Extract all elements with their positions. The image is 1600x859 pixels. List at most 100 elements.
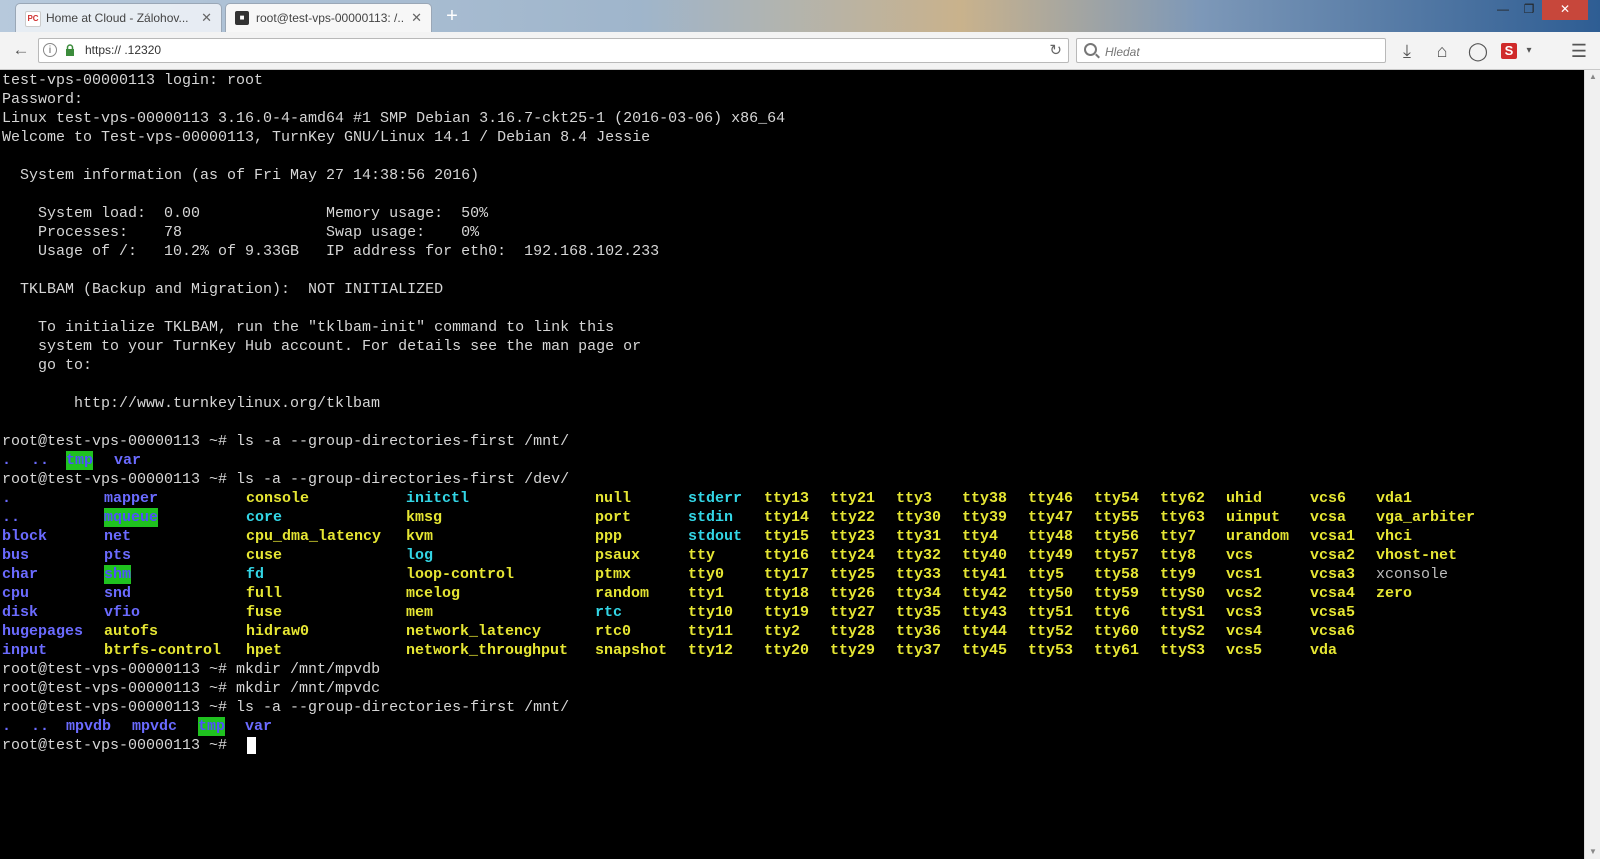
command-text: ls -a --group-directories-first /dev/ [236,471,570,488]
ls-entry: uhid [1226,490,1263,507]
ls-entry: rtc0 [595,623,632,640]
vertical-scrollbar[interactable]: ▲ ▼ [1584,70,1600,859]
info-icon[interactable]: i [43,43,57,57]
url-bar[interactable]: i https:// .12320 ↻ [38,38,1069,63]
terminal-cursor [247,737,256,754]
chat-icon[interactable]: ◯ [1465,38,1491,64]
ls-entry: tty57 [1094,547,1140,564]
menu-icon[interactable]: ☰ [1566,38,1592,64]
terminal-line: Welcome to Test-vps-00000113, TurnKey GN… [2,129,651,146]
ls-entry: vda [1310,642,1338,659]
ls-entry: mqueue [104,508,159,527]
ls-entry: tty7 [1160,528,1197,545]
scroll-down-icon[interactable]: ▼ [1585,845,1600,859]
ls-entry: tty32 [896,547,942,564]
ls-entry: hugepages [2,623,84,640]
ls-entry: vcsa5 [1310,604,1356,621]
tab-home-at-cloud[interactable]: PC Home at Cloud - Zálohov... ✕ [15,3,222,32]
maximize-button[interactable]: ❐ [1516,0,1542,20]
terminal-line: TKLBAM (Backup and Migration): NOT INITI… [2,281,444,298]
ls-entry: pts [104,547,132,564]
ls-entry: tty20 [764,642,810,659]
ls-output-dev: ... block bus char cpu disk hugepages input mapp… [0,489,1584,660]
ls-entry: tty5 [1028,566,1065,583]
search-input[interactable] [1103,41,1377,62]
ls-entry: tty26 [830,585,876,602]
ls-entry: tty4 [962,528,999,545]
s-extension-icon[interactable]: S [1501,43,1517,59]
dropdown-icon[interactable]: ▾ [1521,38,1537,64]
ls-entry: tty3 [896,490,933,507]
ls-entry: tty61 [1094,642,1140,659]
close-window-button[interactable]: ✕ [1542,0,1588,20]
download-icon[interactable]: ⤓ [1394,38,1420,64]
ls-entry: vcsa [1310,509,1347,526]
ls-entry: vcs4 [1226,623,1263,640]
lock-icon [66,44,74,56]
terminal-line: System information (as of Fri May 27 14:… [2,167,480,184]
ls-entry: stdout [688,528,743,545]
ls-entry: ttyS2 [1160,623,1206,640]
ls-entry: snapshot [595,642,668,659]
close-tab-icon[interactable]: ✕ [411,4,422,32]
ls-entry: mapper [104,490,159,507]
terminal-line: Password: [2,91,84,108]
ls-entry: . [2,490,12,507]
close-tab-icon[interactable]: ✕ [201,4,212,32]
ls-entry: tty47 [1028,509,1074,526]
ls-entry: stderr [688,490,743,507]
ls-entry: vcsa3 [1310,566,1356,583]
reload-icon[interactable]: ↻ [1049,39,1062,62]
ls-entry: .. [31,718,50,735]
ls-entry: .. [31,452,50,469]
back-arrow-icon[interactable]: ← [8,39,34,63]
ls-entry: uinput [1226,509,1281,526]
prompt: root@test-vps-00000113 ~# [2,661,237,678]
ls-entry: tty12 [688,642,734,659]
new-tab-button[interactable]: + [438,4,466,30]
cloud-favicon: PC [25,11,41,27]
ls-entry: input [2,642,48,659]
ls-entry: tty29 [830,642,876,659]
terminal-line: test-vps-00000113 login: root [2,72,264,89]
ls-entry: port [595,509,632,526]
search-box[interactable] [1076,38,1386,63]
tab-terminal[interactable]: ■ root@test-vps-00000113: /... ✕ [225,3,432,32]
ls-entry: tty22 [830,509,876,526]
ls-entry: tty30 [896,509,942,526]
ls-entry: vcsa6 [1310,623,1356,640]
ls-entry: fd [246,566,265,583]
ls-entry: tty6 [1094,604,1131,621]
ls-entry: hidraw0 [246,623,310,640]
terminal-line: Usage of /: 10.2% of 9.33GB IP address f… [2,243,660,260]
ls-entry: tty8 [1160,547,1197,564]
home-icon[interactable]: ⌂ [1429,38,1455,64]
ls-entry: char [2,566,39,583]
ls-entry: tty34 [896,585,942,602]
ls-entry: autofs [104,623,159,640]
ls-entry: tty41 [962,566,1008,583]
command-line: root@test-vps-00000113 ~# mkdir /mnt/mpv… [2,679,380,698]
ls-entry: tty40 [962,547,1008,564]
ls-entry: ptmx [595,566,632,583]
ls-entry: ttyS0 [1160,585,1206,602]
ls-entry: vcs2 [1226,585,1263,602]
ls-entry: disk [2,604,39,621]
ls-entry: console [246,490,310,507]
terminal-screen[interactable]: test-vps-00000113 login: root Password: … [0,70,1584,859]
minimize-button[interactable]: — [1490,0,1516,20]
ls-entry: vcsa4 [1310,585,1356,602]
command-line: root@test-vps-00000113 ~# ls -a --group-… [2,432,569,451]
ls-entry: tty62 [1160,490,1206,507]
scroll-up-icon[interactable]: ▲ [1585,70,1600,84]
ls-entry: tty11 [688,623,734,640]
ls-entry: . [2,718,12,735]
ls-entry: tty25 [830,566,876,583]
command-text: mkdir /mnt/mpvdc [236,680,381,697]
ls-entry: initctl [406,490,470,507]
ls-entry: rtc [595,604,623,621]
ls-output-mnt: ... mpvdb mpvdc tmp var [2,717,402,736]
ls-entry: tty49 [1028,547,1074,564]
ls-entry: network_throughput [406,642,569,659]
prompt: root@test-vps-00000113 ~# [2,433,237,450]
